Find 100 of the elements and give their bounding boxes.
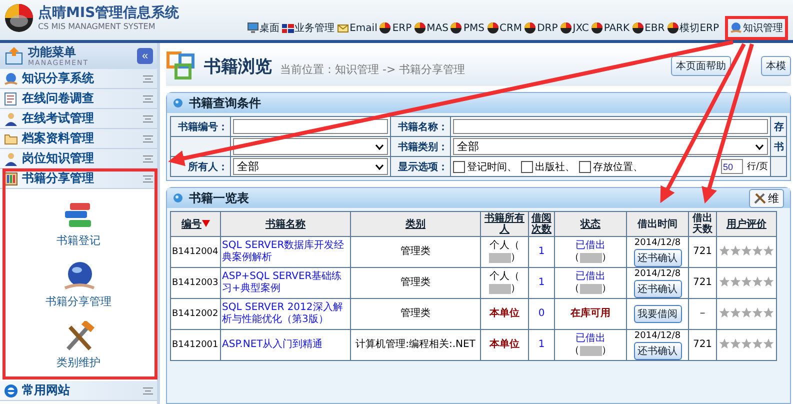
paren-text: ） — [602, 252, 612, 264]
menu-item[interactable]: 知识分享系统 — [0, 69, 157, 89]
collapse-handle-icon — [143, 94, 153, 102]
field-label: 书籍名称： — [398, 122, 448, 132]
monitor-icon — [246, 22, 259, 34]
paren-text: （ — [570, 283, 580, 295]
column-header[interactable]: 编号 — [170, 212, 220, 236]
person-icon — [4, 112, 18, 126]
header-button[interactable]: 本模 — [761, 56, 791, 76]
status-text: 已借出 — [576, 333, 606, 345]
date-text: 2014/12/8 — [634, 330, 681, 342]
dropdown-field[interactable]: 全部 — [453, 138, 768, 155]
paren-text: ） — [510, 283, 520, 295]
menu-title: 功能菜单 — [28, 46, 77, 58]
nav-link[interactable]: 模切ERP — [666, 21, 719, 35]
menu-item[interactable]: 常用网站 — [0, 381, 157, 401]
checkbox-label: 登记时间、 — [467, 160, 517, 174]
table-cell: 计算机管理:编程相关:.NET — [350, 330, 480, 360]
menu-icon — [4, 46, 24, 66]
table-cell: 1 — [528, 330, 554, 360]
column-header[interactable]: 借阅次数 — [528, 212, 554, 236]
globe-icon — [4, 72, 18, 86]
form-icon — [4, 92, 18, 106]
checkbox[interactable] — [521, 160, 533, 172]
nav-link[interactable]: PMS — [450, 22, 484, 34]
folder-icon — [4, 132, 18, 146]
table-cell: B1412004 — [170, 236, 220, 268]
status-text: 在库可用 — [570, 308, 610, 319]
action-button[interactable]: 还书确认 — [634, 249, 682, 267]
header-button[interactable]: 本页面帮助 — [671, 56, 731, 76]
submenu-item[interactable]: 书籍登记 — [56, 200, 100, 248]
field-label: 书 — [774, 142, 784, 152]
paren-text: （ — [570, 345, 580, 357]
table-cell: 管理类 — [350, 236, 480, 268]
submenu-item[interactable]: 书籍分享管理 — [46, 260, 112, 308]
nav-link[interactable]: 桌面 — [246, 21, 280, 35]
ball-icon — [450, 22, 462, 34]
owner-text: 本单位 — [490, 339, 520, 350]
globe-icon — [730, 22, 742, 34]
owner-text: 个人（ — [490, 271, 520, 283]
submenu-item[interactable]: 类别维护 — [56, 320, 100, 370]
nav-link[interactable]: CRM — [486, 22, 522, 34]
nav-link[interactable]: MAS — [414, 22, 448, 34]
nav-link[interactable]: DRP — [524, 22, 558, 34]
page-logo-icon — [166, 51, 196, 81]
field-label: 存 — [774, 122, 784, 132]
dropdown-field[interactable]: 全部 — [233, 158, 388, 175]
column-header[interactable]: 用户评价 — [716, 212, 776, 236]
page-size-field[interactable]: 50 — [720, 159, 743, 174]
bullet-icon — [173, 193, 183, 203]
ball-icon — [524, 22, 536, 34]
collapse-button[interactable]: « — [137, 48, 153, 64]
nav-link[interactable]: PARK — [590, 22, 630, 34]
menu-item[interactable]: 档案资料管理 — [0, 129, 157, 149]
flag-icon — [282, 22, 294, 34]
nav-link[interactable]: EBR — [632, 22, 665, 34]
nav-link[interactable]: Email — [336, 22, 378, 34]
paren-text: ） — [602, 283, 612, 295]
owner-text: 个人（ — [490, 240, 520, 252]
menu-item[interactable]: 在线问卷调查 — [0, 89, 157, 109]
breadcrumb: 当前位置：知识管理 -> 书籍分享管理 — [280, 62, 466, 76]
text-field[interactable] — [453, 119, 768, 134]
column-header[interactable]: 类别 — [350, 212, 480, 236]
app-title: 点晴MIS管理信息系统 — [38, 4, 180, 22]
ball-icon — [560, 22, 572, 34]
redacted-block — [488, 284, 510, 294]
redacted-block — [488, 253, 510, 263]
table-cell: 管理类 — [350, 268, 480, 298]
dropdown-field[interactable] — [233, 138, 388, 155]
action-button[interactable]: 还书确认 — [634, 280, 682, 298]
checkbox[interactable] — [579, 160, 591, 172]
panel-title: 书籍查询条件 — [189, 94, 261, 112]
menu-item[interactable]: 在线考试管理 — [0, 109, 157, 129]
browser-icon — [4, 384, 18, 398]
column-header[interactable]: 书籍名称 — [220, 212, 350, 236]
chevron-icon — [375, 164, 384, 170]
action-button[interactable]: 我要借阅 — [634, 305, 682, 323]
table-cell: B1412002 — [170, 298, 220, 330]
nav-link[interactable]: 知识管理 — [730, 21, 783, 35]
table-cell: 1 — [528, 236, 554, 268]
nav-link[interactable]: 业务管理 — [282, 21, 335, 35]
date-text: 2014/12/8 — [634, 237, 681, 249]
column-header[interactable]: 书籍所有人 — [480, 212, 528, 236]
action-button[interactable]: 还书确认 — [634, 342, 682, 360]
checkbox-label: 出版社、 — [535, 160, 575, 174]
tools-icon — [754, 192, 766, 204]
checkbox[interactable] — [453, 160, 465, 172]
page-size-unit: 行/页 — [746, 161, 768, 173]
nav-link[interactable]: JXC — [560, 22, 589, 34]
ball-icon — [590, 22, 603, 34]
table-cell: 1 — [528, 268, 554, 298]
paren-text: ） — [510, 252, 520, 264]
paren-text: （ — [570, 252, 580, 264]
column-header: 借出天数 — [688, 212, 716, 236]
table-cell: 721 — [688, 330, 716, 360]
menu-item[interactable]: 岗位知识管理 — [0, 149, 157, 169]
ball-icon — [414, 22, 426, 34]
nav-link[interactable]: ERP — [379, 22, 412, 34]
toolbar-button[interactable]: 维 — [749, 188, 784, 208]
column-header[interactable]: 状态 — [554, 212, 626, 236]
